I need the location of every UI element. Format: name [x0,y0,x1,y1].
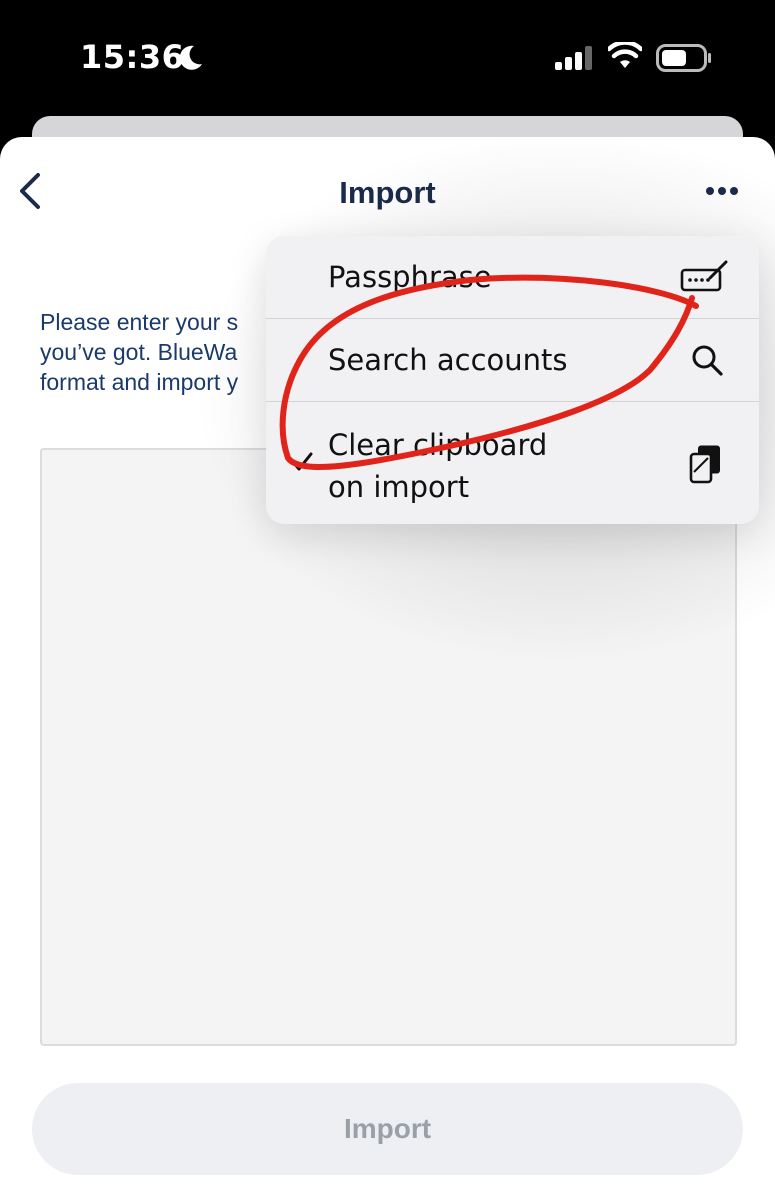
menu-item-label: Clear clipboard on import [328,428,548,504]
ellipsis-icon[interactable] [702,179,742,203]
battery-icon [656,44,711,72]
wifi-icon [608,42,642,68]
import-button-label: Import [343,1113,432,1144]
clipboard-icon [689,445,720,484]
menu-item-search-accounts[interactable]: Search accounts [266,319,759,401]
keyboard-pencil-icon [680,260,728,292]
page-title: Import [339,175,436,210]
menu-item-label: Passphrase [328,260,492,294]
checkmark-icon [291,452,313,471]
menu-item-label: Search accounts [328,343,568,377]
status-time: 15:36 [80,38,185,76]
import-text-area[interactable] [40,448,737,1046]
menu-item-passphrase[interactable]: Passphrase [266,236,759,318]
menu-item-clear-clipboard[interactable]: Clear clipboard on import [266,402,759,524]
context-menu: Passphrase Search accounts Clear clipboa… [266,236,759,524]
moon-icon [179,45,202,70]
search-icon [692,345,723,376]
signal-icon [555,46,592,70]
status-bar: 15:36 [0,0,775,118]
import-button[interactable]: Import [32,1083,743,1175]
